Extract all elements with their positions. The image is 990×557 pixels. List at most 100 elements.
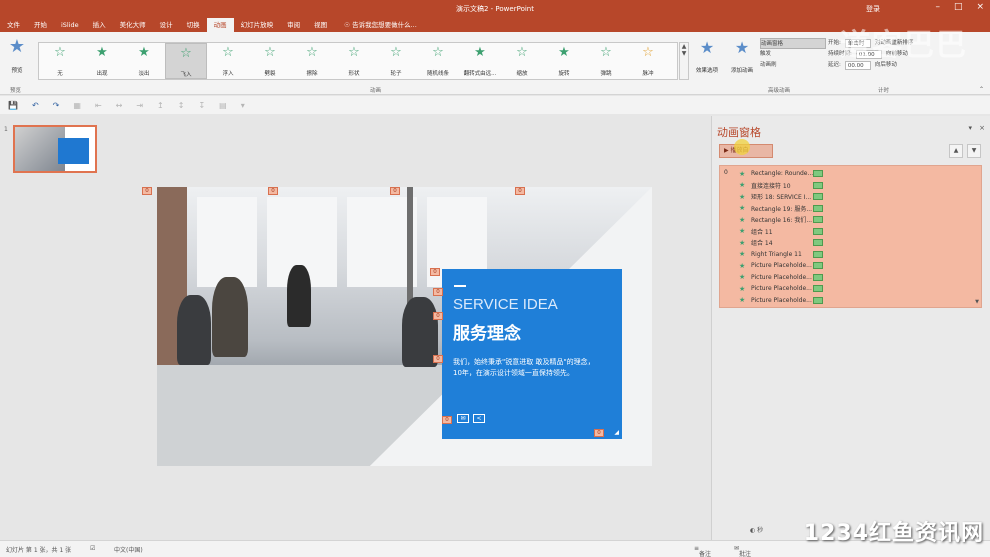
animation-tag[interactable]: 0 bbox=[594, 429, 604, 437]
animation-tag[interactable]: 0 bbox=[433, 355, 443, 363]
maximize-icon[interactable]: □ bbox=[954, 2, 963, 12]
tell-me-input[interactable]: ☉ 告诉我您想要做什么... bbox=[334, 18, 417, 32]
tab-file[interactable]: 文件 bbox=[0, 18, 27, 32]
animation-painter-button[interactable]: 动画刷 bbox=[760, 60, 826, 71]
pane-close-icon[interactable]: × bbox=[979, 124, 985, 132]
animation-split[interactable]: ☆ 劈裂 bbox=[249, 43, 291, 79]
notes-button[interactable]: ≡ 备注 bbox=[694, 545, 711, 557]
undo-icon[interactable]: ↶ bbox=[32, 101, 39, 110]
preview-button[interactable]: ★ 预览 bbox=[3, 36, 31, 76]
redo-icon[interactable]: ↷ bbox=[53, 101, 60, 110]
animation-tag[interactable]: 0 bbox=[390, 187, 400, 195]
align-left-icon[interactable]: ⇤ bbox=[95, 101, 102, 110]
animation-list-item[interactable]: ★ 矩形 18: SERVICE I... bbox=[739, 191, 823, 203]
timeline-bar[interactable] bbox=[813, 170, 823, 178]
tab-view[interactable]: 视图 bbox=[307, 18, 334, 32]
tab-design[interactable]: 设计 bbox=[153, 18, 180, 32]
animation-float-in[interactable]: ☆ 浮入 bbox=[207, 43, 249, 79]
animation-list-item[interactable]: ★ 组合 14 bbox=[739, 237, 823, 249]
tab-animations[interactable]: 动画 bbox=[206, 18, 234, 32]
gallery-scroll[interactable]: ▲ ▼ bbox=[679, 42, 689, 80]
animation-tag[interactable]: 0 bbox=[433, 312, 443, 320]
animation-random-bars[interactable]: ☆ 随机线条 bbox=[417, 43, 459, 79]
animation-list-item[interactable]: ★ Rectangle 19: 服务... bbox=[739, 203, 823, 215]
animation-list-item[interactable]: ★ Rectangle 16: 我们... bbox=[739, 214, 823, 226]
animation-shape[interactable]: ☆ 形状 bbox=[333, 43, 375, 79]
slide-canvas[interactable]: SERVICE IDEA 服务理念 我们，始终秉承"锐意进取 敢及精品"的理念，… bbox=[157, 187, 652, 466]
trigger-button[interactable]: 触发 bbox=[760, 49, 826, 60]
comments-button[interactable]: ✉ 批注 bbox=[734, 545, 751, 557]
sign-in-link[interactable]: 登录 bbox=[866, 4, 880, 14]
align-middle-icon[interactable]: ↕ bbox=[178, 101, 185, 110]
animation-tag[interactable]: 0 bbox=[433, 288, 443, 296]
animation-list-item[interactable]: ★ Picture Placeholde... bbox=[739, 283, 823, 295]
collapse-ribbon-icon[interactable]: ⌃ bbox=[979, 86, 984, 93]
animation-wipe[interactable]: ☆ 擦除 bbox=[291, 43, 333, 79]
timeline-bar[interactable] bbox=[813, 273, 823, 281]
timeline-bar[interactable] bbox=[813, 285, 823, 293]
animation-appear[interactable]: ★ 出现 bbox=[81, 43, 123, 79]
tab-islide[interactable]: iSlide bbox=[54, 18, 86, 32]
animation-tag[interactable]: 0 bbox=[268, 187, 278, 195]
animation-tag[interactable]: 0 bbox=[442, 416, 452, 424]
spellcheck-icon[interactable]: ☑ bbox=[90, 545, 95, 552]
body-text[interactable]: 我们，始终秉承"锐意进取 敢及精品"的理念，10年，在演示设计领域一直保持领先。 bbox=[453, 357, 603, 379]
timeline-bar[interactable] bbox=[813, 296, 823, 304]
tab-transitions[interactable]: 切换 bbox=[180, 18, 207, 32]
service-idea-box[interactable]: SERVICE IDEA 服务理念 我们，始终秉承"锐意进取 敢及精品"的理念，… bbox=[442, 269, 622, 439]
align-center-icon[interactable]: ↔ bbox=[116, 101, 123, 110]
save-icon[interactable]: 💾 bbox=[8, 101, 18, 110]
list-scroll-down-icon[interactable]: ▼ bbox=[975, 299, 979, 305]
tab-beautify[interactable]: 美化大师 bbox=[113, 18, 153, 32]
timeline-bar[interactable] bbox=[813, 193, 823, 201]
tab-insert[interactable]: 插入 bbox=[86, 18, 113, 32]
animation-pane-button[interactable]: 动画窗格 bbox=[760, 38, 826, 49]
animation-bounce[interactable]: ☆ 弹跳 bbox=[585, 43, 627, 79]
align-right-icon[interactable]: ⇥ bbox=[136, 101, 143, 110]
english-title[interactable]: SERVICE IDEA bbox=[453, 296, 558, 313]
timeline-bar[interactable] bbox=[813, 227, 823, 235]
timeline-bar[interactable] bbox=[813, 239, 823, 247]
animation-fade[interactable]: ★ 淡出 bbox=[123, 43, 165, 79]
timeline-bar[interactable] bbox=[813, 204, 823, 212]
slide-thumbnail[interactable] bbox=[13, 125, 97, 173]
close-icon[interactable]: × bbox=[976, 2, 984, 12]
animation-tag[interactable]: 0 bbox=[142, 187, 152, 195]
mail-icon[interactable]: ✉ bbox=[457, 414, 469, 423]
language-indicator[interactable]: 中文(中国) bbox=[114, 545, 143, 554]
customize-toolbar-icon[interactable]: ▾ bbox=[241, 101, 245, 110]
seconds-control[interactable]: ◐ 秒 bbox=[750, 525, 763, 534]
animation-zoom[interactable]: ☆ 缩放 bbox=[501, 43, 543, 79]
animation-list-item[interactable]: ★ 组合 11 bbox=[739, 226, 823, 238]
tab-slideshow[interactable]: 幻灯片放映 bbox=[234, 18, 281, 32]
add-animation-button[interactable]: ★ 添加动画 bbox=[728, 38, 756, 76]
move-up-icon[interactable]: ▲ bbox=[949, 144, 963, 158]
timeline-bar[interactable] bbox=[813, 216, 823, 224]
animation-tag[interactable]: 0 bbox=[430, 268, 440, 276]
timeline-bar[interactable] bbox=[813, 181, 823, 189]
animation-wheel[interactable]: ☆ 轮子 bbox=[375, 43, 417, 79]
minimize-icon[interactable]: – bbox=[935, 2, 940, 12]
animation-list-item[interactable]: ★ Right Triangle 11 bbox=[739, 249, 823, 261]
animation-none[interactable]: ☆ 无 bbox=[39, 43, 81, 79]
timeline-bar[interactable] bbox=[813, 250, 823, 258]
animation-grow-turn[interactable]: ★ 翻转式由远... bbox=[459, 43, 501, 79]
chinese-title[interactable]: 服务理念 bbox=[453, 319, 521, 344]
animation-list-item[interactable]: ★ Picture Placeholde... bbox=[739, 260, 823, 272]
animation-tag[interactable]: 0 bbox=[515, 187, 525, 195]
distribute-icon[interactable]: ▤ bbox=[219, 101, 227, 110]
effect-options-button[interactable]: ★ 效果选项 bbox=[692, 38, 722, 76]
move-down-icon[interactable]: ▼ bbox=[967, 144, 981, 158]
tab-home[interactable]: 开始 bbox=[27, 18, 54, 32]
animation-list-item[interactable]: ★ Picture Placeholde... bbox=[739, 295, 823, 307]
tab-review[interactable]: 审阅 bbox=[280, 18, 307, 32]
format-icon[interactable]: ▦ bbox=[73, 101, 81, 110]
share-icon[interactable]: < bbox=[473, 414, 485, 423]
timeline-bar[interactable] bbox=[813, 262, 823, 270]
animation-fly-in[interactable]: ☆ 飞入 bbox=[165, 43, 207, 79]
animation-list-item[interactable]: ★ Picture Placeholde... bbox=[739, 272, 823, 284]
pane-dropdown-icon[interactable]: ▾ bbox=[968, 124, 972, 132]
animation-list-item[interactable]: ★ 直接连接符 10 bbox=[739, 180, 823, 192]
align-top-icon[interactable]: ↥ bbox=[157, 101, 164, 110]
animation-swivel[interactable]: ★ 旋转 bbox=[543, 43, 585, 79]
